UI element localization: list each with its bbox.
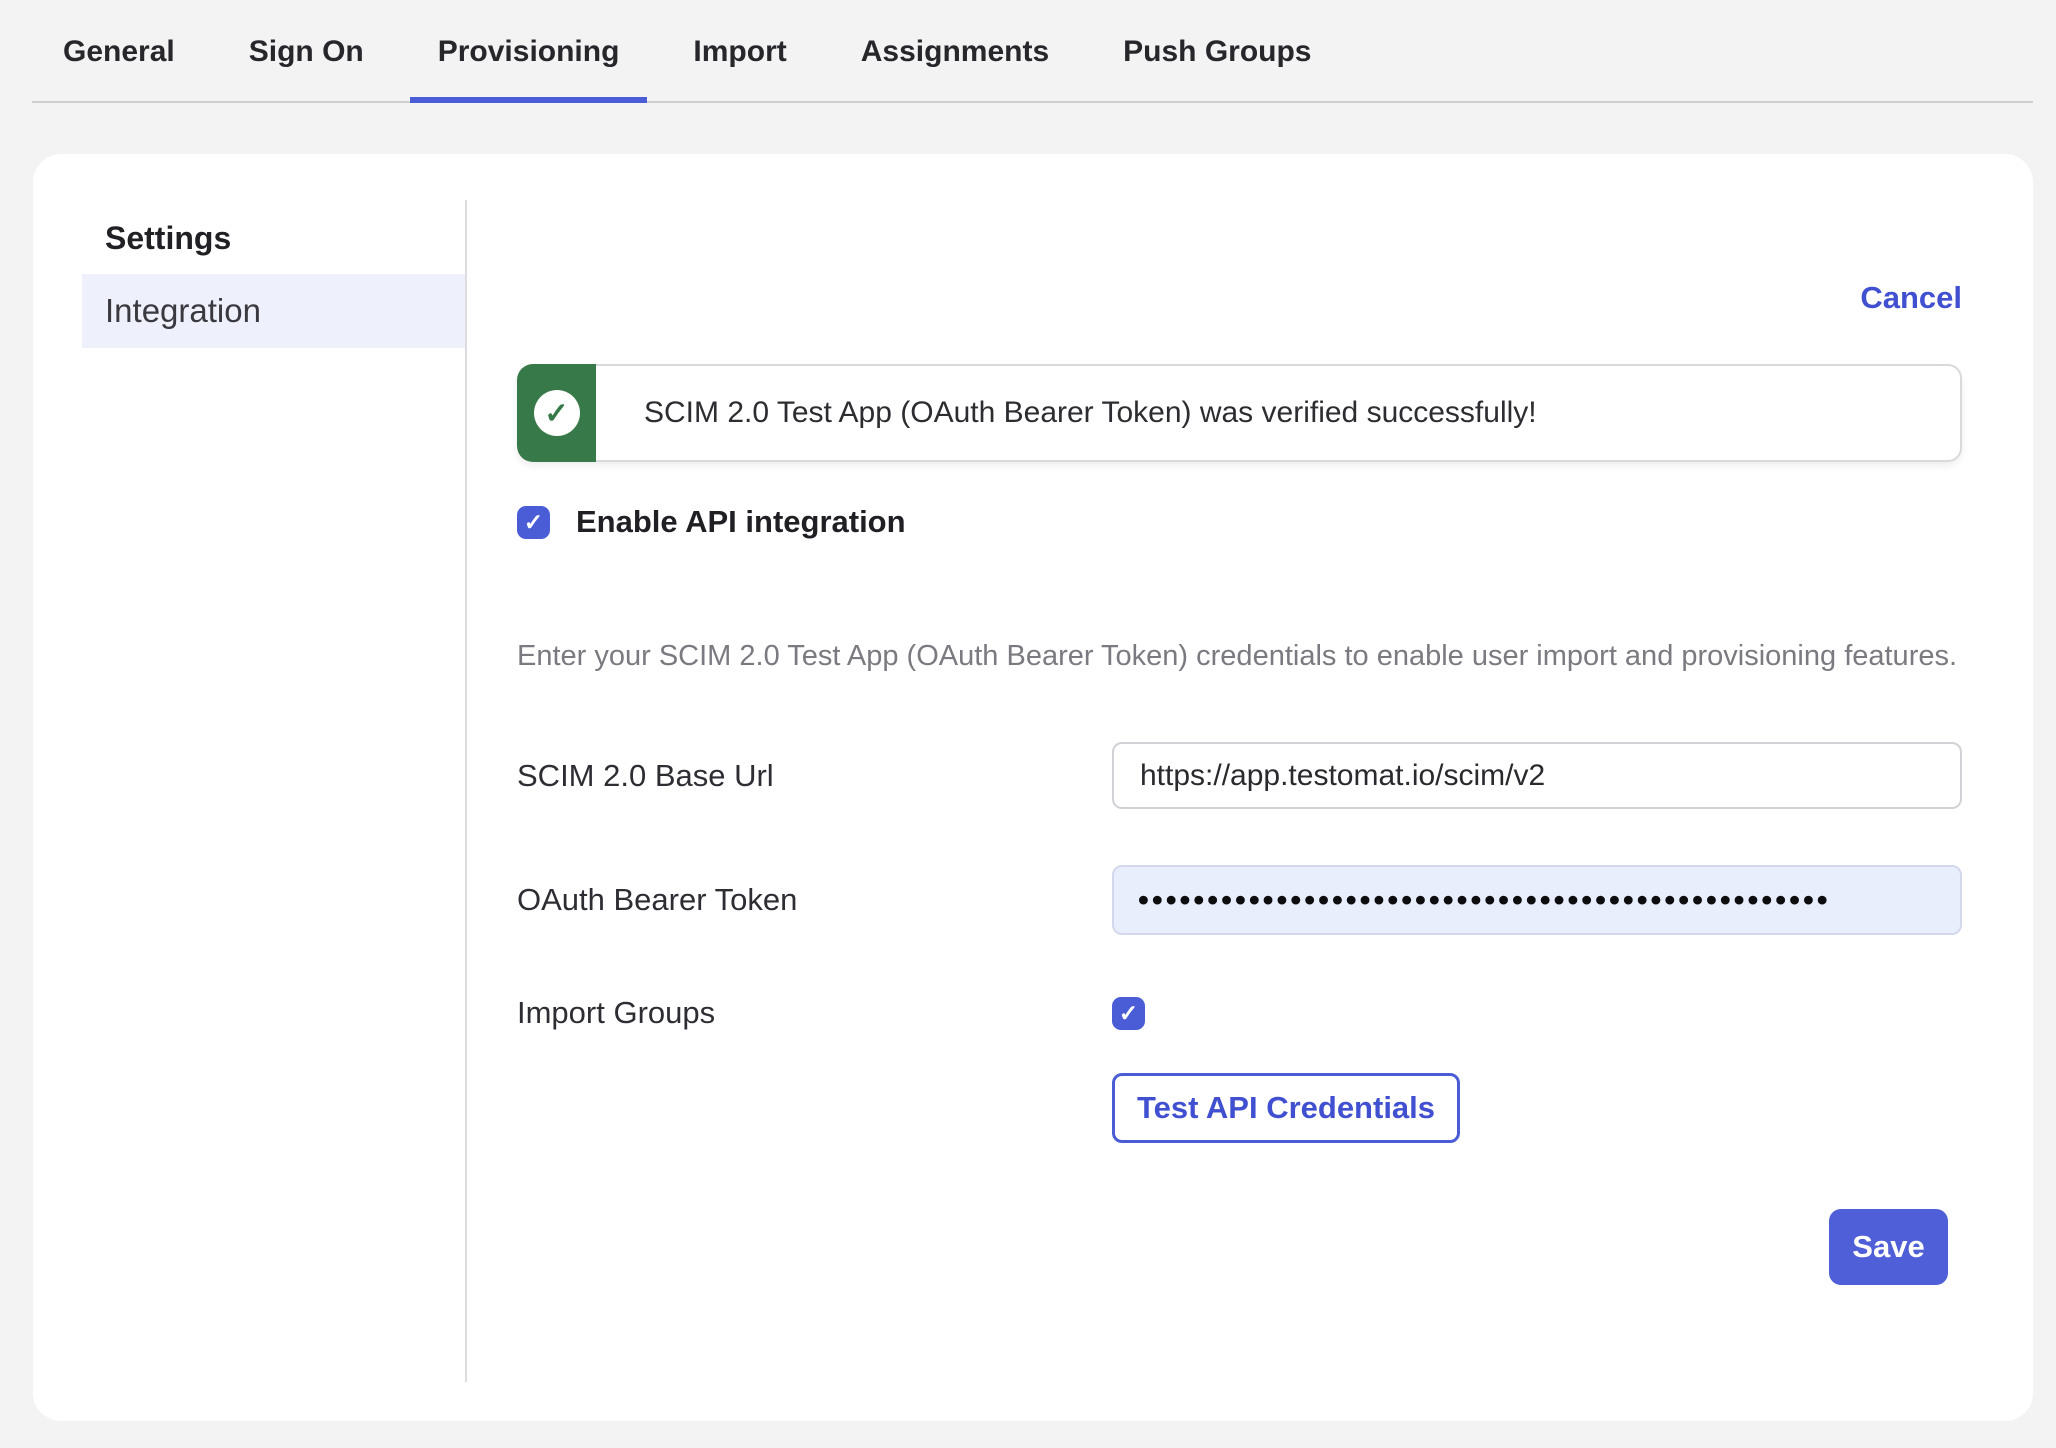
cancel-row: Cancel — [517, 282, 1962, 313]
enable-api-label: Enable API integration — [576, 504, 906, 540]
base-url-row: SCIM 2.0 Base Url — [517, 742, 1962, 809]
import-groups-row: Import Groups ✓ — [517, 995, 1962, 1031]
save-button[interactable]: Save — [1829, 1209, 1948, 1285]
provisioning-card: Settings Integration Cancel ✓ SCIM 2.0 T… — [33, 154, 2033, 1421]
oauth-token-field[interactable]: ••••••••••••••••••••••••••••••••••••••••… — [1112, 865, 1962, 935]
tab-import[interactable]: Import — [665, 0, 814, 103]
success-banner: ✓ SCIM 2.0 Test App (OAuth Bearer Token)… — [517, 364, 1962, 462]
cancel-link[interactable]: Cancel — [1860, 282, 1962, 313]
success-banner-icon-block: ✓ — [517, 364, 596, 462]
base-url-label: SCIM 2.0 Base Url — [517, 758, 1112, 794]
credentials-description: Enter your SCIM 2.0 Test App (OAuth Bear… — [517, 632, 1962, 680]
save-row: Save — [517, 1209, 1962, 1285]
success-banner-message: SCIM 2.0 Test App (OAuth Bearer Token) w… — [596, 364, 1962, 462]
tab-general[interactable]: General — [35, 0, 203, 103]
tab-push-groups[interactable]: Push Groups — [1095, 0, 1339, 103]
base-url-input[interactable] — [1112, 742, 1962, 809]
enable-api-checkbox[interactable]: ✓ — [517, 506, 550, 539]
tab-provisioning[interactable]: Provisioning — [410, 0, 648, 103]
oauth-token-row: OAuth Bearer Token •••••••••••••••••••••… — [517, 865, 1962, 935]
oauth-token-label: OAuth Bearer Token — [517, 882, 1112, 918]
test-credentials-row: Test API Credentials — [517, 1073, 1962, 1143]
tab-sign-on[interactable]: Sign On — [221, 0, 392, 103]
test-api-credentials-button[interactable]: Test API Credentials — [1112, 1073, 1460, 1143]
import-groups-label: Import Groups — [517, 995, 1112, 1031]
integration-settings-panel: Cancel ✓ SCIM 2.0 Test App (OAuth Bearer… — [467, 154, 2043, 1421]
enable-api-row: ✓ Enable API integration — [517, 504, 1962, 540]
app-tab-bar: General Sign On Provisioning Import Assi… — [0, 0, 2056, 103]
settings-sidebar: Settings Integration — [33, 154, 465, 1421]
import-groups-checkbox[interactable]: ✓ — [1112, 997, 1145, 1030]
provisioning-page: General Sign On Provisioning Import Assi… — [0, 0, 2056, 1421]
success-check-icon: ✓ — [534, 390, 580, 436]
tab-assignments[interactable]: Assignments — [833, 0, 1077, 103]
test-credentials-spacer — [517, 1073, 1112, 1143]
sidebar-heading: Settings — [105, 222, 465, 254]
sidebar-item-integration[interactable]: Integration — [82, 274, 465, 348]
